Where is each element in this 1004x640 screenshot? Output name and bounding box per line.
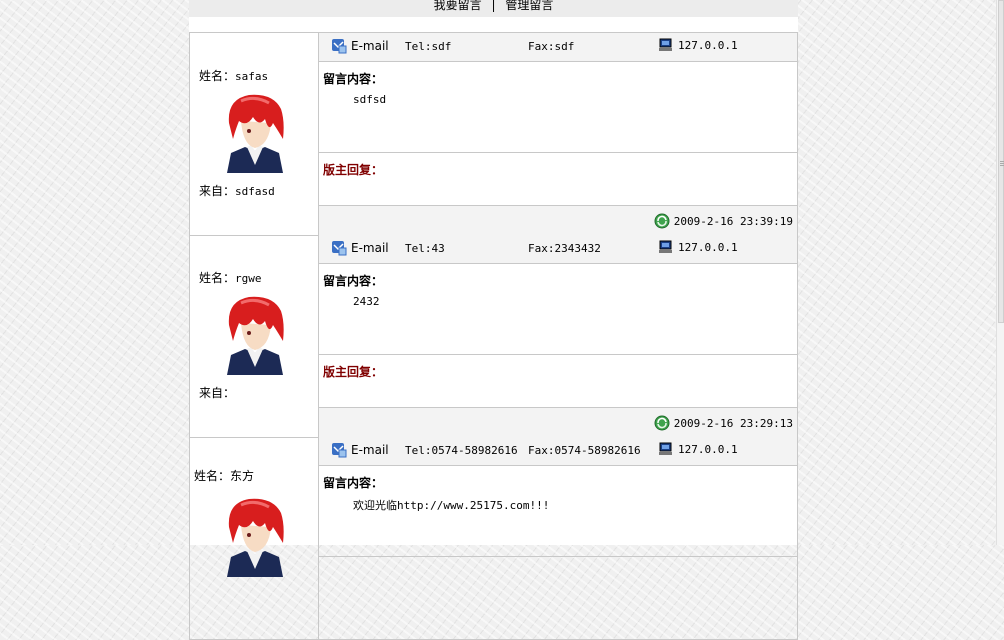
content-heading: 留言内容： — [323, 476, 384, 490]
manage-messages-link[interactable]: 管理留言 — [505, 0, 553, 12]
author-name: safas — [235, 70, 269, 83]
message-entry: 姓名：东方 E-mail Tel:0574-58982616 Fax:0574-… — [189, 437, 798, 640]
content-text: 欢迎光临http://www.25175.com!!! — [353, 499, 550, 512]
reply-heading: 版主回复： — [323, 163, 384, 177]
mail-icon — [332, 39, 347, 54]
avatar — [227, 498, 284, 577]
avatar — [227, 296, 284, 375]
scrollbar-thumb[interactable] — [998, 0, 1004, 323]
email-label[interactable]: E-mail — [351, 39, 389, 53]
author-name-row: 姓名：东方 — [194, 467, 254, 484]
avatar — [227, 94, 284, 173]
contact-info-bar: E-mail Tel:sdf Fax:sdf 127.0.0.1 — [319, 33, 797, 62]
content-heading: 留言内容： — [323, 274, 384, 288]
message-entry: 姓名：safas 来自：sdfasd E-mail Tel:sdf Fax:sd… — [189, 32, 798, 236]
message-panel: E-mail Tel:0574-58982616 Fax:0574-589826… — [319, 437, 797, 639]
clock-refresh-icon — [654, 415, 670, 431]
from-label: 来自： — [199, 386, 236, 400]
message-entry: 姓名：rgwe 来自： E-mail Tel:43 Fax:2343432 12… — [189, 235, 798, 438]
content-text: 2432 — [353, 295, 380, 308]
email-link[interactable]: E-mail — [331, 38, 389, 54]
name-label: 姓名： — [194, 469, 231, 483]
author-panel: 姓名：safas 来自：sdfasd — [190, 33, 319, 235]
tel-text: Tel:43 — [405, 242, 445, 255]
post-time: 2009-2-16 23:29:13 — [654, 415, 793, 431]
write-message-link[interactable]: 我要留言 — [434, 0, 482, 12]
message-content: 留言内容： 2432 — [319, 264, 797, 355]
message-content: 留言内容： 欢迎光临http://www.25175.com!!! — [319, 466, 797, 557]
scrollbar-grip — [1000, 161, 1004, 162]
email-label[interactable]: E-mail — [351, 443, 389, 457]
fax-text: Fax:0574-58982616 — [528, 444, 641, 457]
ip-text: 127.0.0.1 — [678, 38, 738, 52]
guestbook-page: 我要留言 | 管理留言 姓名：safas 来自：sdfasd E-mail Te… — [189, 0, 798, 640]
content-heading: 留言内容： — [323, 72, 384, 86]
author-name-row: 姓名：rgwe — [199, 269, 262, 286]
email-link[interactable]: E-mail — [331, 442, 389, 458]
post-time: 2009-2-16 23:39:19 — [654, 213, 793, 229]
admin-reply: 版主回复： — [319, 153, 797, 206]
ip-address: 127.0.0.1 — [659, 38, 738, 52]
tel-text: Tel:sdf — [405, 40, 452, 53]
contact-info-bar: E-mail Tel:0574-58982616 Fax:0574-589826… — [319, 437, 797, 466]
clock-refresh-icon — [654, 213, 670, 229]
author-from-row: 来自： — [199, 384, 235, 401]
computer-icon — [659, 240, 672, 253]
message-footer: 2009-2-16 23:39:19 — [319, 206, 797, 235]
fax-text: Fax:sdf — [528, 40, 575, 53]
time-text: 2009-2-16 23:29:13 — [673, 416, 793, 430]
from-label: 来自： — [199, 184, 236, 198]
admin-reply: 版主回复： — [319, 355, 797, 408]
ip-text: 127.0.0.1 — [678, 240, 738, 254]
message-panel: E-mail Tel:sdf Fax:sdf 127.0.0.1 留言内容： s… — [319, 33, 797, 235]
author-name: 东方 — [230, 469, 255, 483]
content-text: sdfsd — [353, 93, 387, 106]
author-from-row: 来自：sdfasd — [199, 182, 275, 199]
mail-icon — [332, 443, 347, 458]
reply-heading: 版主回复： — [323, 365, 384, 379]
message-footer: 2009-2-16 23:29:13 — [319, 408, 797, 437]
message-content: 留言内容： sdfsd — [319, 62, 797, 153]
tel-text: Tel:0574-58982616 — [405, 444, 518, 457]
ip-text: 127.0.0.1 — [678, 442, 738, 456]
ip-address: 127.0.0.1 — [659, 442, 738, 456]
message-panel: E-mail Tel:43 Fax:2343432 127.0.0.1 留言内容… — [319, 235, 797, 437]
computer-icon — [659, 38, 672, 51]
fax-text: Fax:2343432 — [528, 242, 601, 255]
computer-icon — [659, 442, 672, 455]
email-link[interactable]: E-mail — [331, 240, 389, 256]
contact-info-bar: E-mail Tel:43 Fax:2343432 127.0.0.1 — [319, 235, 797, 264]
name-label: 姓名： — [199, 271, 236, 285]
name-label: 姓名： — [199, 69, 236, 83]
top-nav: 我要留言 | 管理留言 — [189, 0, 798, 17]
time-text: 2009-2-16 23:39:19 — [673, 214, 793, 228]
author-name-row: 姓名：safas — [199, 67, 268, 84]
author-name: rgwe — [235, 272, 262, 285]
mail-icon — [332, 241, 347, 256]
author-from: sdfasd — [235, 185, 275, 198]
email-label[interactable]: E-mail — [351, 241, 389, 255]
ip-address: 127.0.0.1 — [659, 240, 738, 254]
author-panel: 姓名：rgwe 来自： — [190, 235, 319, 437]
nav-separator: | — [491, 0, 496, 12]
author-panel: 姓名：东方 — [190, 437, 319, 639]
vertical-scrollbar[interactable] — [996, 0, 1004, 545]
